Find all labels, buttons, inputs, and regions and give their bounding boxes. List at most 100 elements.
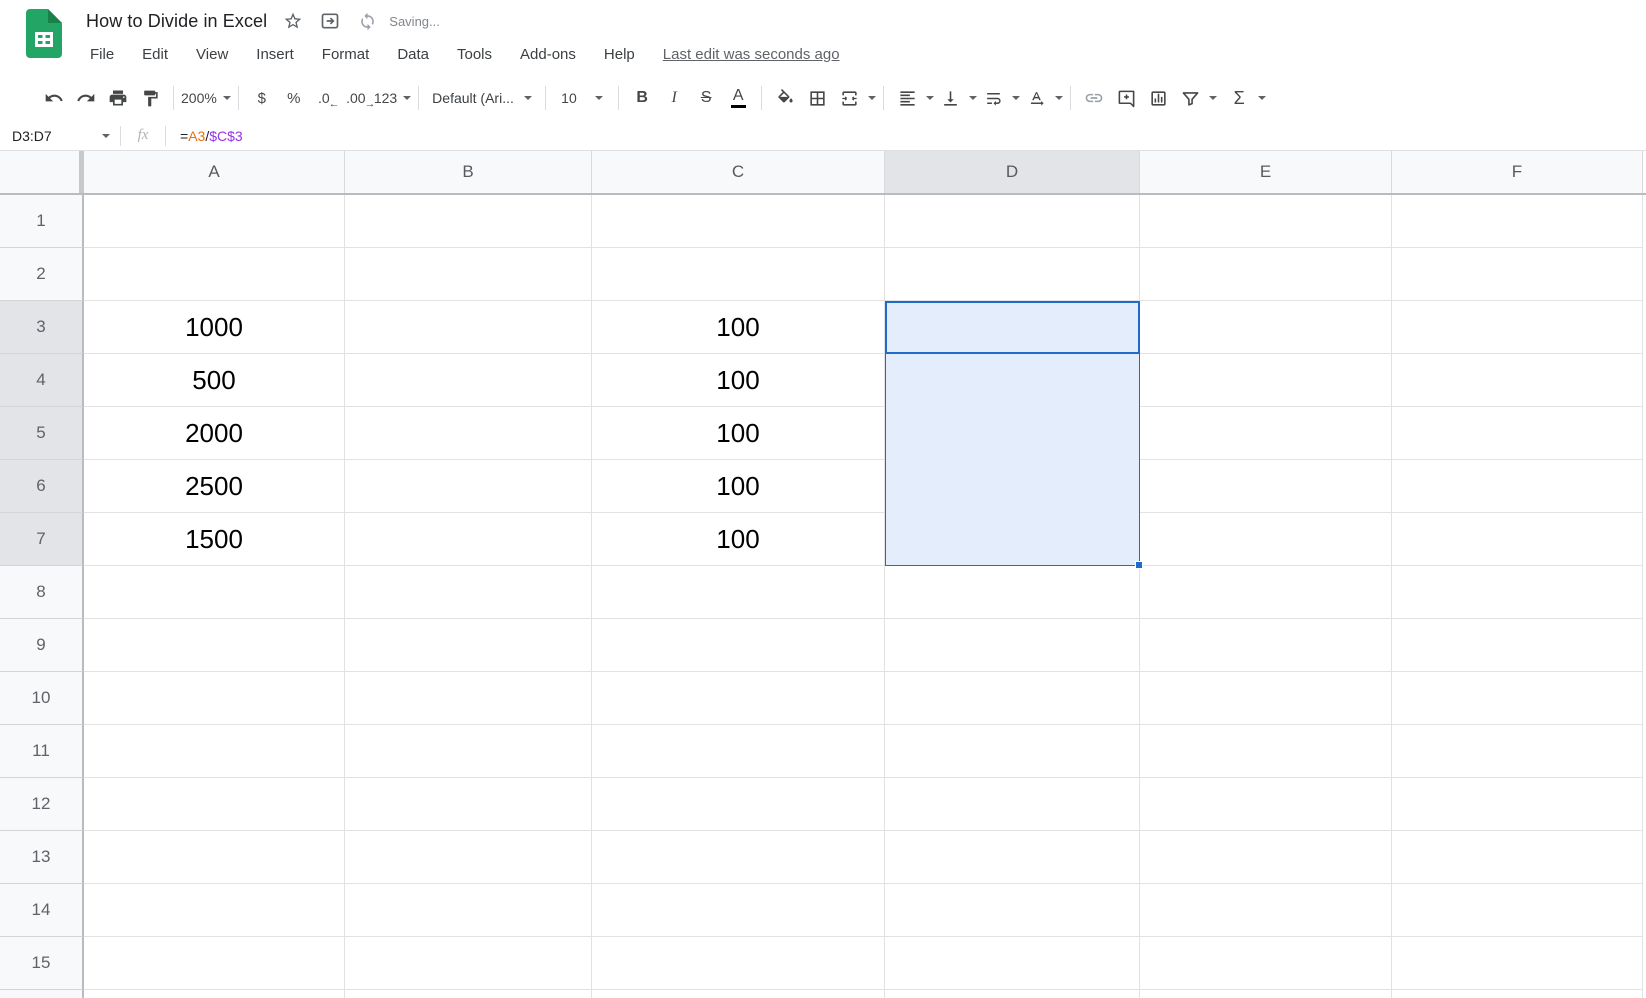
cell-B9[interactable] bbox=[345, 619, 592, 672]
undo-button[interactable] bbox=[38, 82, 70, 114]
cell-E4[interactable] bbox=[1140, 354, 1392, 407]
cell-C3[interactable]: 100 bbox=[592, 301, 885, 354]
cell-C11[interactable] bbox=[592, 725, 885, 778]
column-header-A[interactable]: A bbox=[84, 151, 345, 193]
strikethrough-button[interactable]: S bbox=[690, 82, 722, 114]
chevron-down-icon[interactable] bbox=[1055, 96, 1063, 100]
cell-C10[interactable] bbox=[592, 672, 885, 725]
cell-C4[interactable]: 100 bbox=[592, 354, 885, 407]
cell-C7[interactable]: 100 bbox=[592, 513, 885, 566]
font-select[interactable]: Default (Ari... bbox=[426, 82, 538, 114]
cell-A8[interactable] bbox=[84, 566, 345, 619]
row-header-6[interactable]: 6 bbox=[0, 460, 84, 513]
cell-D15[interactable] bbox=[885, 937, 1140, 990]
cell-F7[interactable] bbox=[1392, 513, 1643, 566]
row-header-3[interactable]: 3 bbox=[0, 301, 84, 354]
cell-D14[interactable] bbox=[885, 884, 1140, 937]
cell-C15[interactable] bbox=[592, 937, 885, 990]
row-header-1[interactable]: 1 bbox=[0, 195, 84, 248]
row-header-8[interactable]: 8 bbox=[0, 566, 84, 619]
paint-format-icon[interactable] bbox=[134, 82, 166, 114]
cell-E16[interactable] bbox=[1140, 990, 1392, 998]
cell-A2[interactable] bbox=[84, 248, 345, 301]
font-size-select[interactable]: 10 bbox=[553, 82, 611, 114]
cell-D13[interactable] bbox=[885, 831, 1140, 884]
cell-E13[interactable] bbox=[1140, 831, 1392, 884]
cell-D11[interactable] bbox=[885, 725, 1140, 778]
text-rotation-icon[interactable] bbox=[1020, 82, 1052, 114]
cell-C14[interactable] bbox=[592, 884, 885, 937]
cell-E15[interactable] bbox=[1140, 937, 1392, 990]
redo-button[interactable] bbox=[70, 82, 102, 114]
cell-C9[interactable] bbox=[592, 619, 885, 672]
menu-item-view[interactable]: View bbox=[194, 44, 230, 65]
menu-item-help[interactable]: Help bbox=[602, 44, 637, 65]
cell-B6[interactable] bbox=[345, 460, 592, 513]
format-percent-button[interactable]: % bbox=[278, 82, 310, 114]
cell-B3[interactable] bbox=[345, 301, 592, 354]
row-header-12[interactable]: 12 bbox=[0, 778, 84, 831]
cell-D8[interactable] bbox=[885, 566, 1140, 619]
cell-D4[interactable]: 5 bbox=[885, 354, 1140, 407]
cell-F4[interactable] bbox=[1392, 354, 1643, 407]
cell-D2[interactable] bbox=[885, 248, 1140, 301]
menu-item-data[interactable]: Data bbox=[395, 44, 431, 65]
menu-item-edit[interactable]: Edit bbox=[140, 44, 170, 65]
cell-E8[interactable] bbox=[1140, 566, 1392, 619]
chevron-down-icon[interactable] bbox=[926, 96, 934, 100]
cell-F9[interactable] bbox=[1392, 619, 1643, 672]
cell-F6[interactable] bbox=[1392, 460, 1643, 513]
cell-B4[interactable] bbox=[345, 354, 592, 407]
borders-icon[interactable] bbox=[801, 82, 833, 114]
sheets-logo-icon[interactable] bbox=[26, 9, 62, 58]
column-header-B[interactable]: B bbox=[345, 151, 592, 193]
cell-C2[interactable] bbox=[592, 248, 885, 301]
more-formats-button[interactable]: 123 bbox=[374, 82, 411, 114]
cell-D6[interactable]: 25 bbox=[885, 460, 1140, 513]
cell-C13[interactable] bbox=[592, 831, 885, 884]
row-header-10[interactable]: 10 bbox=[0, 672, 84, 725]
cell-F1[interactable] bbox=[1392, 195, 1643, 248]
horizontal-align-icon[interactable] bbox=[891, 82, 923, 114]
insert-chart-icon[interactable] bbox=[1142, 82, 1174, 114]
cell-A12[interactable] bbox=[84, 778, 345, 831]
cell-F12[interactable] bbox=[1392, 778, 1643, 831]
cell-B8[interactable] bbox=[345, 566, 592, 619]
cell-C16[interactable] bbox=[592, 990, 885, 998]
cell-A11[interactable] bbox=[84, 725, 345, 778]
cell-D3[interactable]: 10 bbox=[885, 301, 1140, 354]
column-header-F[interactable]: F bbox=[1392, 151, 1643, 193]
cell-E10[interactable] bbox=[1140, 672, 1392, 725]
cell-D10[interactable] bbox=[885, 672, 1140, 725]
row-header-9[interactable]: 9 bbox=[0, 619, 84, 672]
cell-F15[interactable] bbox=[1392, 937, 1643, 990]
cell-B13[interactable] bbox=[345, 831, 592, 884]
cell-B11[interactable] bbox=[345, 725, 592, 778]
cell-D1[interactable] bbox=[885, 195, 1140, 248]
cell-A1[interactable] bbox=[84, 195, 345, 248]
cell-D7[interactable]: 15 bbox=[885, 513, 1140, 566]
chevron-down-icon[interactable] bbox=[969, 96, 977, 100]
cell-E6[interactable] bbox=[1140, 460, 1392, 513]
cell-C8[interactable] bbox=[592, 566, 885, 619]
doc-title[interactable]: How to Divide in Excel bbox=[86, 11, 267, 32]
cell-E14[interactable] bbox=[1140, 884, 1392, 937]
cell-F11[interactable] bbox=[1392, 725, 1643, 778]
cell-E12[interactable] bbox=[1140, 778, 1392, 831]
fill-color-icon[interactable] bbox=[769, 82, 801, 114]
decrease-decimal-button[interactable]: .0← bbox=[310, 82, 342, 114]
cell-A14[interactable] bbox=[84, 884, 345, 937]
cell-D12[interactable] bbox=[885, 778, 1140, 831]
cell-B10[interactable] bbox=[345, 672, 592, 725]
vertical-align-icon[interactable] bbox=[934, 82, 966, 114]
cell-F14[interactable] bbox=[1392, 884, 1643, 937]
move-folder-icon[interactable] bbox=[319, 10, 341, 32]
format-currency-button[interactable]: $ bbox=[246, 82, 278, 114]
cell-F8[interactable] bbox=[1392, 566, 1643, 619]
column-header-E[interactable]: E bbox=[1140, 151, 1392, 193]
row-header-14[interactable]: 14 bbox=[0, 884, 84, 937]
cell-C6[interactable]: 100 bbox=[592, 460, 885, 513]
text-wrap-icon[interactable] bbox=[977, 82, 1009, 114]
cell-B5[interactable] bbox=[345, 407, 592, 460]
increase-decimal-button[interactable]: .00→ bbox=[342, 82, 374, 114]
